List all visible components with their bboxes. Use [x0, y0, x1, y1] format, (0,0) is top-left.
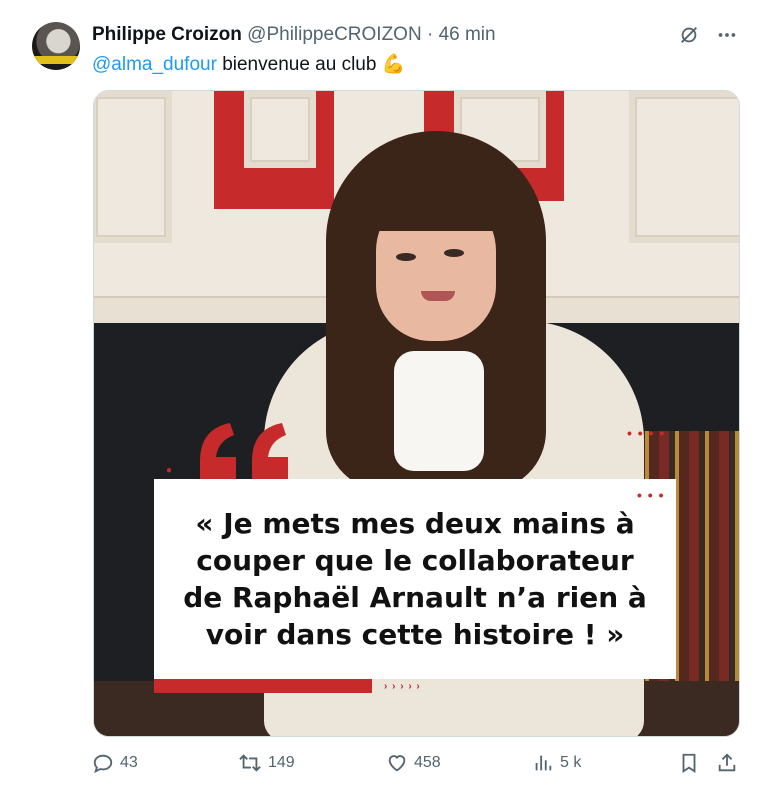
repost-button[interactable]: 149 [238, 752, 295, 774]
tweet-header: Philippe Croizon @PhilippeCROIZON · 46 m… [92, 24, 496, 46]
author-name[interactable]: Philippe Croizon [92, 24, 242, 45]
wall-panel [244, 91, 316, 168]
quote-text: « Je mets mes deux mains à couper que le… [183, 507, 647, 651]
bookmark-button[interactable] [678, 752, 700, 774]
decor-arrows: › › › › › [384, 681, 421, 692]
repost-count: 149 [268, 754, 295, 771]
tweet-text: @alma_dufour bienvenue au club 💪 [92, 52, 405, 76]
author-handle[interactable]: @PhilippeCROIZON [247, 24, 422, 45]
reply-count: 43 [120, 754, 138, 771]
eye [444, 249, 464, 257]
tweet-media-image[interactable]: • • • • ● « Je mets mes deux mains à cou… [93, 90, 740, 737]
red-accent-bar [154, 679, 372, 693]
quote-box: « Je mets mes deux mains à couper que le… [154, 479, 676, 679]
timestamp[interactable]: 46 min [439, 24, 496, 45]
bookmark-icon [682, 753, 696, 773]
view-count: 5 k [560, 754, 582, 771]
repost-icon [239, 754, 261, 772]
decor-dot: ● [166, 465, 174, 476]
like-count: 458 [414, 754, 441, 771]
tweet: Philippe Croizon @PhilippeCROIZON · 46 m… [0, 0, 782, 800]
separator: · [426, 24, 434, 45]
grok-icon[interactable] [678, 24, 700, 46]
avatar[interactable] [32, 22, 80, 70]
reply-icon [93, 754, 113, 774]
share-icon [718, 753, 736, 772]
like-button[interactable]: 458 [386, 752, 441, 774]
views-button[interactable]: 5 k [532, 752, 581, 774]
action-bar: 43 149 458 5 k [92, 752, 738, 782]
shirt [394, 351, 484, 471]
more-icon[interactable] [716, 24, 738, 46]
mouth [421, 291, 455, 301]
like-icon [388, 755, 406, 772]
eye [396, 253, 416, 261]
reply-button[interactable]: 43 [92, 752, 138, 774]
wall-panel [629, 91, 739, 243]
views-icon [535, 755, 552, 771]
tweet-body: bienvenue au club 💪 [216, 54, 406, 75]
mention-link[interactable]: @alma_dufour [92, 54, 217, 75]
decor-dots: • • • [637, 487, 665, 503]
wall-panel [94, 91, 172, 243]
tweet-top-actions [678, 24, 738, 46]
decor-dots: • • • • [627, 425, 666, 441]
share-button[interactable] [716, 752, 738, 774]
